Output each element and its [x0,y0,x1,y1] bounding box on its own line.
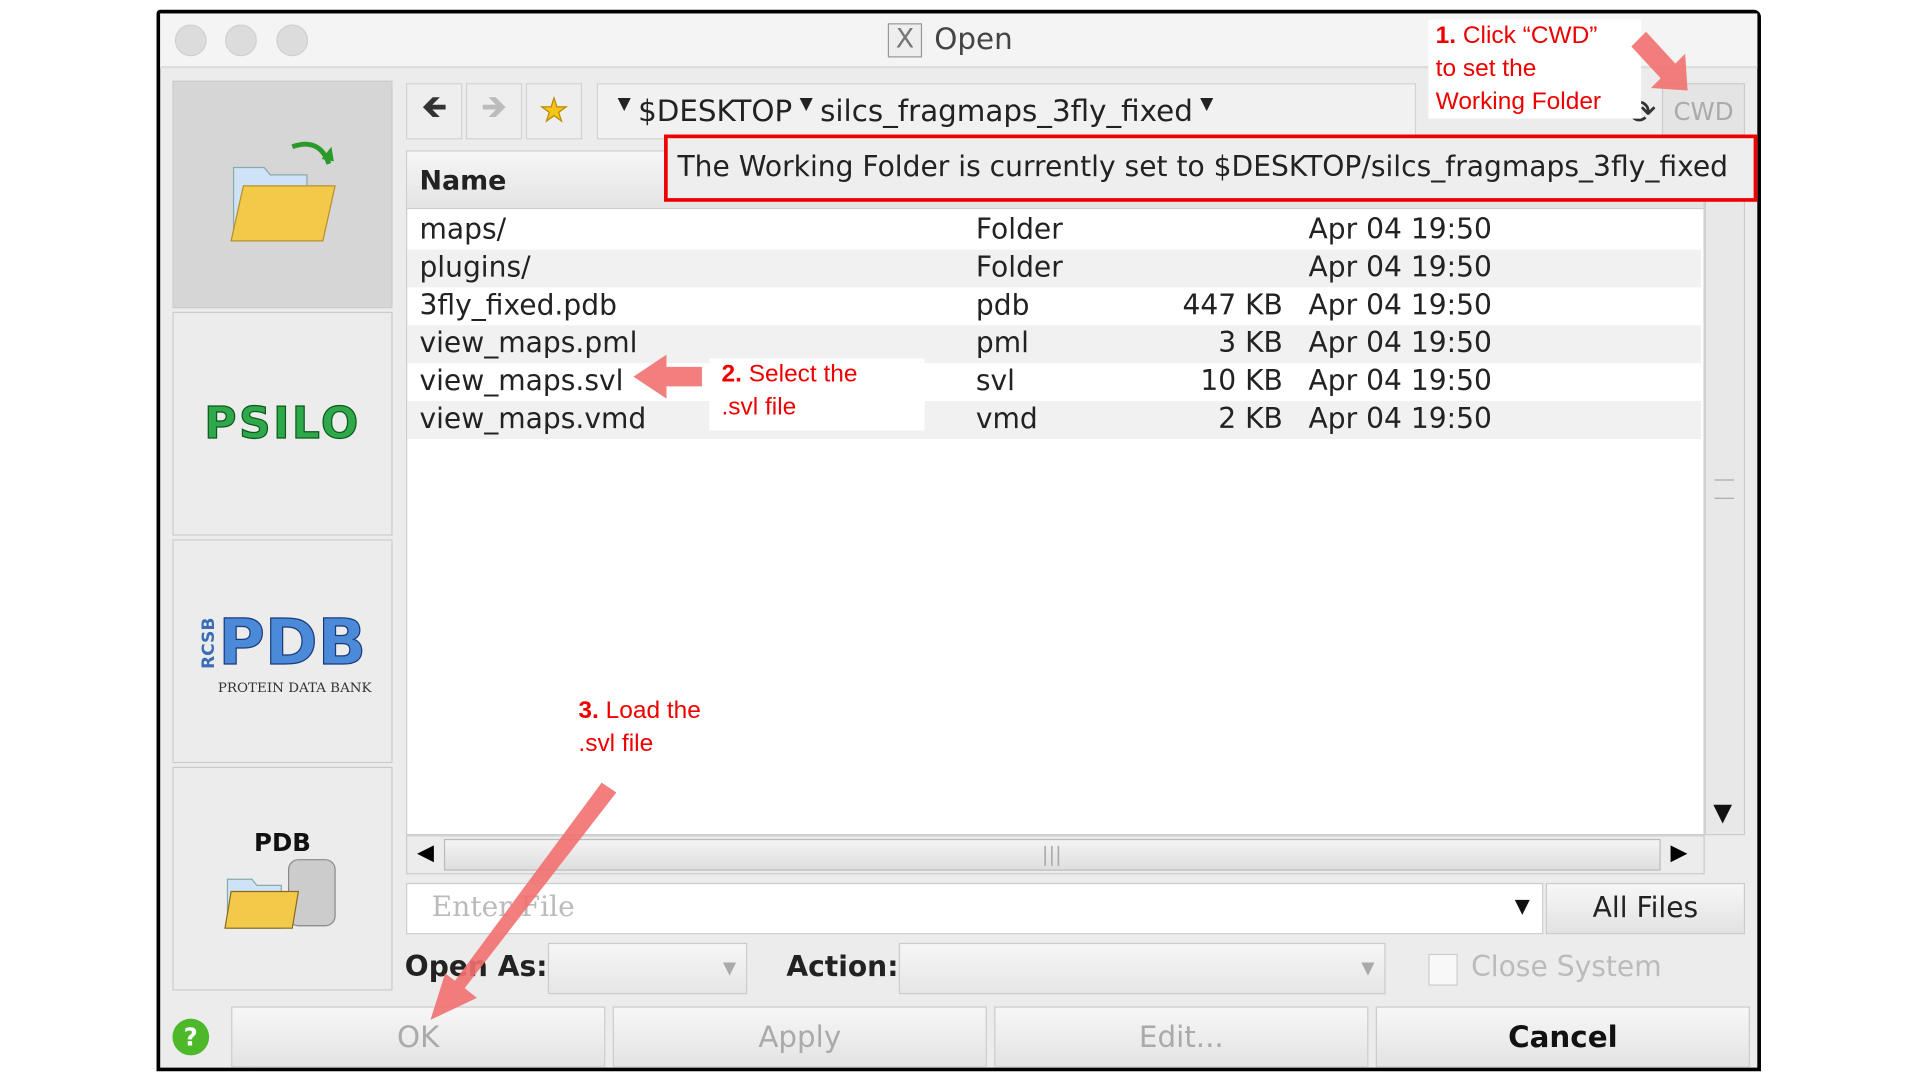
arrow-step-3 [430,782,617,1020]
arrow-step-2 [633,354,702,399]
annotation-arrows [430,31,1688,1020]
arrow-step-1 [1631,31,1688,91]
